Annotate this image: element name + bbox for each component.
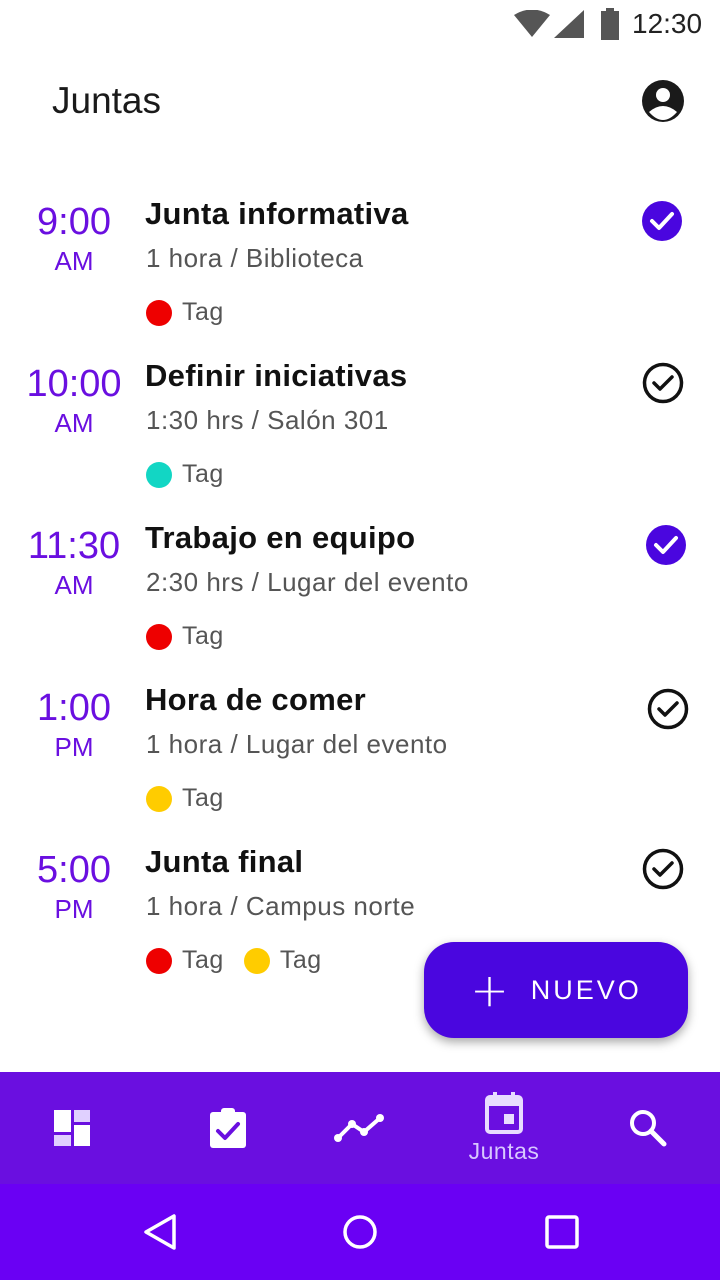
- meeting-time-value: 10:00: [26, 363, 122, 405]
- meeting-time-ampm: AM: [54, 570, 94, 600]
- meeting-time-value: 11:30: [27, 525, 121, 567]
- meeting-detail: 1 hora / Campus norte: [146, 891, 416, 921]
- nav-item-search[interactable]: [576, 1072, 720, 1184]
- nav-item-tasks[interactable]: [156, 1072, 300, 1184]
- nav-item-juntas[interactable]: Juntas: [432, 1072, 576, 1184]
- meeting-tags: Tag Tag: [146, 946, 342, 975]
- nav-item-trends[interactable]: [290, 1072, 434, 1184]
- meeting-title: Junta final: [145, 844, 304, 879]
- check-circle-filled-icon[interactable]: [643, 522, 689, 568]
- tag-dot: [146, 461, 172, 488]
- meeting-title: Definir iniciativas: [145, 358, 408, 393]
- bottom-nav: Juntas: [0, 1072, 720, 1184]
- status-bar: 12:30: [0, 0, 720, 48]
- tag-dot: [146, 299, 172, 326]
- tag-label: Tag: [182, 298, 224, 326]
- recents-icon[interactable]: [542, 1212, 582, 1252]
- meeting-time: 9:00 AM: [16, 200, 132, 276]
- meeting-detail: 2:30 hrs / Lugar del evento: [146, 567, 469, 597]
- tag-chip: Tag: [146, 784, 224, 813]
- tag-label: Tag: [279, 946, 322, 974]
- new-meeting-label: NUEVO: [530, 974, 642, 1005]
- tag-dot: [146, 623, 172, 650]
- assignment-check-icon: [210, 1108, 246, 1148]
- meeting-title: Trabajo en equipo: [145, 520, 416, 555]
- battery-icon: [601, 8, 619, 40]
- tag-chip: Tag: [146, 460, 224, 489]
- app-bar: Juntas: [0, 60, 720, 144]
- meeting-item[interactable]: 9:00 AM Junta informativa 1 hora / Bibli…: [0, 188, 720, 350]
- meeting-time-value: 1:00: [37, 687, 111, 729]
- system-nav: [0, 1184, 720, 1280]
- dashboard-icon: [54, 1110, 90, 1146]
- tag-chip: Tag: [243, 946, 322, 975]
- back-icon[interactable]: [140, 1212, 180, 1252]
- account-circle-icon[interactable]: [640, 78, 686, 124]
- meeting-item[interactable]: 10:00 AM Definir iniciativas 1:30 hrs / …: [0, 350, 720, 512]
- check-circle-outline-icon[interactable]: [640, 846, 686, 892]
- wifi-icon: [514, 10, 550, 37]
- calendar-icon: [485, 1091, 523, 1134]
- page-title: Juntas: [52, 80, 162, 121]
- tag-dot: [243, 947, 270, 974]
- meeting-time-ampm: AM: [54, 246, 94, 276]
- check-circle-outline-icon[interactable]: [640, 360, 686, 406]
- meeting-time: 11:30 AM: [16, 524, 132, 600]
- signal-icon: [554, 10, 584, 38]
- nav-item-dashboard[interactable]: [0, 1072, 144, 1184]
- meeting-time-ampm: PM: [54, 894, 94, 924]
- meeting-item[interactable]: 11:30 AM Trabajo en equipo 2:30 hrs / Lu…: [0, 512, 720, 674]
- meeting-time-ampm: AM: [54, 408, 94, 438]
- meeting-tags: Tag: [146, 460, 244, 489]
- meeting-title: Hora de comer: [145, 682, 366, 717]
- meeting-time-value: 5:00: [37, 849, 111, 891]
- meeting-detail: 1:30 hrs / Salón 301: [146, 405, 389, 435]
- tag-dot: [146, 947, 172, 974]
- tag-label: Tag: [182, 460, 224, 488]
- meeting-title: Junta informativa: [145, 196, 409, 231]
- nav-label-juntas: Juntas: [468, 1137, 540, 1164]
- tag-label: Tag: [182, 784, 224, 812]
- tag-label: Tag: [182, 622, 224, 650]
- tag-label: Tag: [182, 946, 224, 974]
- tag-chip: Tag: [146, 622, 224, 651]
- plus-icon: +: [470, 963, 509, 1017]
- tag-chip: Tag: [146, 946, 224, 975]
- tag-chip: Tag: [146, 298, 224, 327]
- meeting-time: 10:00 AM: [16, 362, 132, 438]
- meeting-item[interactable]: 1:00 PM Hora de comer 1 hora / Lugar del…: [0, 674, 720, 836]
- tag-dot: [146, 785, 172, 812]
- home-icon[interactable]: [340, 1212, 380, 1252]
- trending-icon: [334, 1114, 384, 1142]
- meeting-tags: Tag: [146, 298, 244, 327]
- meeting-tags: Tag: [146, 784, 244, 813]
- status-time: 12:30: [632, 8, 703, 39]
- check-circle-outline-icon[interactable]: [645, 686, 691, 732]
- new-meeting-button[interactable]: + NUEVO: [424, 942, 688, 1038]
- meeting-time-ampm: PM: [54, 732, 94, 762]
- search-icon: [630, 1110, 667, 1147]
- meeting-time: 5:00 PM: [16, 848, 132, 924]
- check-circle-filled-icon[interactable]: [639, 198, 685, 244]
- meeting-time-value: 9:00: [37, 201, 111, 243]
- meeting-tags: Tag: [146, 622, 244, 651]
- meeting-time: 1:00 PM: [16, 686, 132, 762]
- meeting-detail: 1 hora / Biblioteca: [146, 243, 364, 273]
- meeting-detail: 1 hora / Lugar del evento: [146, 729, 448, 759]
